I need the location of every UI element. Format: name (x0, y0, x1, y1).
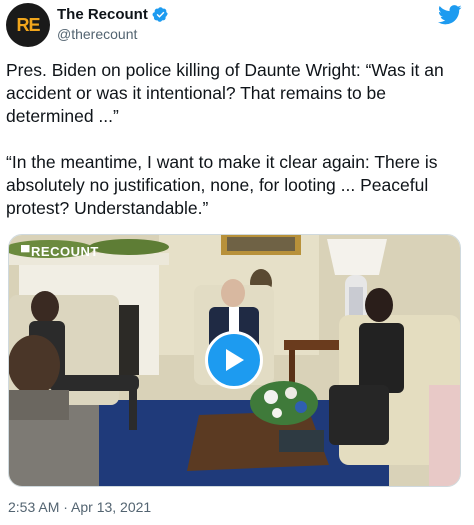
tweet-card: RE The Recount @therecount Pres. Biden o… (0, 0, 474, 525)
tweet-paragraph: Pres. Biden on police killing of Daunte … (6, 60, 444, 126)
recount-logo-icon: ▀ (21, 244, 31, 259)
author-handle[interactable]: @therecount (57, 26, 137, 42)
tweet-text: Pres. Biden on police killing of Daunte … (6, 59, 468, 220)
author-name-row[interactable]: The Recount (57, 6, 169, 23)
avatar[interactable]: RE (6, 3, 50, 47)
watermark-text: RECOUNT (31, 244, 99, 259)
tweet-timestamp[interactable]: 2:53 AM · Apr 13, 2021 (8, 499, 151, 515)
avatar-logo-text: RE (16, 14, 40, 35)
verified-badge-icon (152, 7, 168, 22)
play-icon (226, 349, 244, 371)
recount-watermark: ▀ RECOUNT (21, 244, 99, 259)
display-name[interactable]: The Recount (57, 6, 148, 23)
tweet-paragraph: “In the meantime, I want to make it clea… (6, 152, 438, 218)
play-button[interactable] (205, 331, 263, 389)
video-player[interactable]: ▀ RECOUNT (8, 234, 461, 487)
twitter-bird-icon[interactable] (438, 4, 462, 26)
